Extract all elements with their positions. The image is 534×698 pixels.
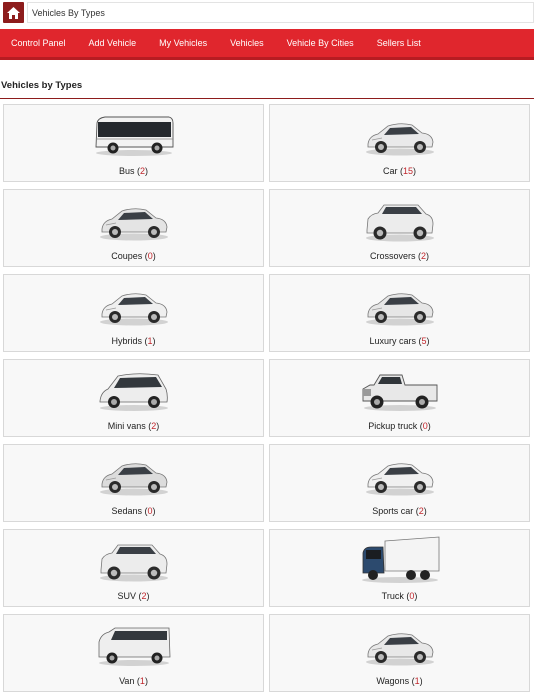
vehicle-type-label[interactable]: Car (15) (270, 166, 529, 176)
nav-sellers-list[interactable]: Sellers List (377, 38, 421, 48)
vehicle-type-label[interactable]: Mini vans (2) (4, 421, 263, 431)
suv-icon[interactable] (4, 534, 263, 586)
count-close-paren: ) (146, 591, 150, 601)
count-close-paren: ) (152, 506, 156, 516)
count-close-paren: ) (414, 591, 418, 601)
vehicle-type-label[interactable]: SUV (2) (4, 591, 263, 601)
vehicle-type-name[interactable]: Car (383, 166, 398, 176)
luxury-car-icon[interactable] (270, 279, 529, 331)
vehicle-type-card[interactable]: Sports car (2) (269, 444, 530, 522)
sports-car-icon[interactable] (270, 449, 529, 501)
count-close-paren: ) (145, 166, 149, 176)
vehicle-type-name[interactable]: Luxury cars (369, 336, 416, 346)
count-close-paren: ) (156, 421, 160, 431)
top-bar: Vehicles By Types (0, 0, 534, 24)
coupe-icon[interactable] (4, 194, 263, 246)
vehicle-type-name[interactable]: Truck (382, 591, 404, 601)
vehicle-type-card[interactable]: Wagons (1) (269, 614, 530, 692)
vehicle-type-name[interactable]: SUV (117, 591, 136, 601)
vehicle-type-name[interactable]: Wagons (376, 676, 409, 686)
pickup-truck-icon[interactable] (270, 364, 529, 416)
home-icon (6, 6, 21, 20)
vehicle-type-label[interactable]: Wagons (1) (270, 676, 529, 686)
nav-my-vehicles[interactable]: My Vehicles (159, 38, 207, 48)
section-divider (0, 98, 534, 99)
vehicle-type-label[interactable]: Sports car (2) (270, 506, 529, 516)
page-title: Vehicles by Types (1, 80, 83, 91)
nav-vehicles[interactable]: Vehicles (230, 38, 264, 48)
vehicle-type-card[interactable]: Sedans (0) (3, 444, 264, 522)
nav-add-vehicle[interactable]: Add Vehicle (89, 38, 137, 48)
bus-icon[interactable] (4, 109, 263, 161)
car-icon[interactable] (270, 109, 529, 161)
breadcrumb: Vehicles By Types (27, 2, 534, 23)
vehicle-type-card[interactable]: Bus (2) (3, 104, 264, 182)
truck-icon[interactable] (270, 534, 529, 586)
vehicle-type-name[interactable]: Coupes (111, 251, 142, 261)
vehicle-type-label[interactable]: Crossovers (2) (270, 251, 529, 261)
hybrid-icon[interactable] (4, 279, 263, 331)
vehicle-type-name[interactable]: Hybrids (111, 336, 142, 346)
vehicle-type-name[interactable]: Bus (119, 166, 135, 176)
home-button[interactable] (3, 2, 24, 23)
nav-vehicle-by-cities[interactable]: Vehicle By Cities (287, 38, 354, 48)
vehicle-type-label[interactable]: Coupes (0) (4, 251, 263, 261)
count-close-paren: ) (152, 336, 156, 346)
count-close-paren: ) (426, 336, 430, 346)
vehicle-type-card[interactable]: Hybrids (1) (3, 274, 264, 352)
minivan-icon[interactable] (4, 364, 263, 416)
vehicle-type-label[interactable]: Hybrids (1) (4, 336, 263, 346)
vehicle-type-card[interactable]: Coupes (0) (3, 189, 264, 267)
vehicle-type-label[interactable]: Luxury cars (5) (270, 336, 529, 346)
vehicle-type-name[interactable]: Sports car (372, 506, 413, 516)
wagon-icon[interactable] (270, 619, 529, 671)
vehicle-type-label[interactable]: Van (1) (4, 676, 263, 686)
count-close-paren: ) (413, 166, 417, 176)
vehicle-type-label[interactable]: Bus (2) (4, 166, 263, 176)
vehicle-type-card[interactable]: Truck (0) (269, 529, 530, 607)
vehicle-type-name[interactable]: Pickup truck (368, 421, 417, 431)
count-close-paren: ) (152, 251, 156, 261)
van-icon[interactable] (4, 619, 263, 671)
vehicle-type-label[interactable]: Sedans (0) (4, 506, 263, 516)
count-close-paren: ) (423, 506, 427, 516)
vehicle-type-card[interactable]: Car (15) (269, 104, 530, 182)
vehicle-type-name[interactable]: Crossovers (370, 251, 416, 261)
sedan-icon[interactable] (4, 449, 263, 501)
breadcrumb-current: Vehicles By Types (32, 7, 105, 18)
vehicle-type-card[interactable]: Crossovers (2) (269, 189, 530, 267)
vehicle-type-card[interactable]: Van (1) (3, 614, 264, 692)
vehicle-type-card[interactable]: Mini vans (2) (3, 359, 264, 437)
count-close-paren: ) (426, 251, 430, 261)
vehicle-type-label[interactable]: Truck (0) (270, 591, 529, 601)
vehicle-type-name[interactable]: Mini vans (108, 421, 146, 431)
main-nav: Control Panel Add Vehicle My Vehicles Ve… (0, 29, 534, 60)
vehicle-type-card[interactable]: SUV (2) (3, 529, 264, 607)
count-close-paren: ) (427, 421, 431, 431)
vehicle-type-count: 15 (403, 166, 414, 176)
vehicle-type-name[interactable]: Sedans (111, 506, 142, 516)
count-close-paren: ) (419, 676, 423, 686)
crossover-icon[interactable] (270, 194, 529, 246)
count-close-paren: ) (144, 676, 148, 686)
vehicle-type-card[interactable]: Luxury cars (5) (269, 274, 530, 352)
nav-control-panel[interactable]: Control Panel (11, 38, 66, 48)
vehicle-type-label[interactable]: Pickup truck (0) (270, 421, 529, 431)
vehicle-type-card[interactable]: Pickup truck (0) (269, 359, 530, 437)
vehicle-type-name[interactable]: Van (119, 676, 134, 686)
